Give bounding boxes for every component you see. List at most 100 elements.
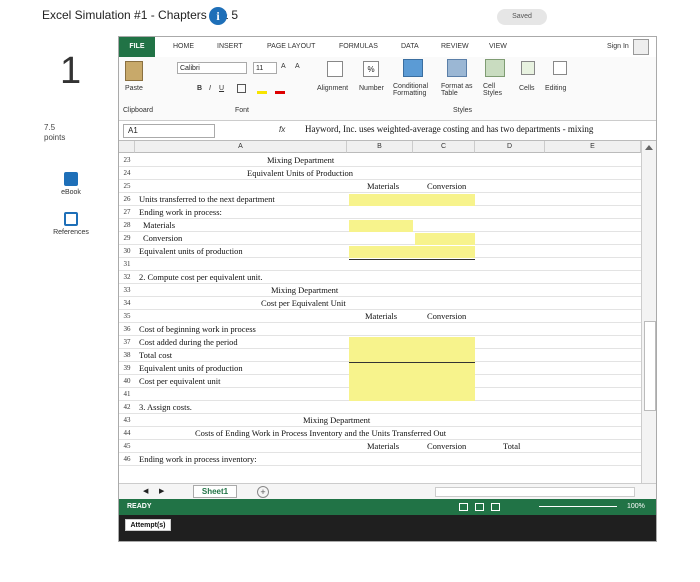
avatar-icon[interactable]	[633, 39, 649, 55]
horizontal-scrollbar[interactable]	[435, 487, 635, 497]
row-number[interactable]: 29	[119, 232, 135, 245]
normal-view-icon[interactable]	[459, 503, 468, 511]
sign-in-link[interactable]: Sign In	[607, 43, 629, 50]
cell-text[interactable]: Mixing Department	[271, 284, 338, 296]
cell-styles-button[interactable]: Cell Styles	[483, 83, 502, 97]
row-number[interactable]: 31	[119, 258, 135, 271]
paste-button[interactable]: Paste	[125, 85, 143, 92]
row-number[interactable]: 46	[119, 453, 135, 466]
conditional-formatting-button[interactable]: Conditional Formatting	[393, 83, 428, 97]
cell-text[interactable]: Mixing Department	[267, 154, 334, 166]
row-number[interactable]: 28	[119, 219, 135, 232]
cell-text[interactable]: Units transferred to the next department	[139, 193, 275, 205]
cells-icon[interactable]	[521, 61, 535, 75]
column-header-d[interactable]: D	[475, 141, 545, 153]
row-number[interactable]: 42	[119, 401, 135, 414]
cell-text[interactable]: Cost per equivalent unit	[139, 375, 220, 387]
number-format-button[interactable]: %	[363, 61, 379, 77]
formula-input[interactable]: Hayword, Inc. uses weighted-average cost…	[305, 124, 593, 134]
worksheet-grid[interactable]: A B C D E 23 Mixing Department 24 Equivalen…	[119, 141, 656, 483]
scroll-up-arrow-icon[interactable]	[645, 145, 653, 150]
column-header-b[interactable]: B	[347, 141, 413, 153]
row-number[interactable]: 30	[119, 245, 135, 258]
row-number[interactable]: 34	[119, 297, 135, 310]
function-icon[interactable]: fx	[279, 125, 285, 134]
ebook-button[interactable]: eBook	[40, 172, 102, 196]
add-sheet-icon[interactable]: +	[257, 486, 269, 498]
row-number[interactable]: 27	[119, 206, 135, 219]
tab-formulas[interactable]: FORMULAS	[339, 43, 378, 50]
cell-text[interactable]: Total	[503, 440, 520, 452]
row-number[interactable]: 44	[119, 427, 135, 440]
italic-button[interactable]: I	[209, 85, 211, 92]
font-color-icon[interactable]	[275, 84, 285, 94]
cell-text[interactable]: Costs of Ending Work in Process Inventor…	[195, 427, 446, 439]
row-number[interactable]: 36	[119, 323, 135, 336]
tab-page-layout[interactable]: PAGE LAYOUT	[267, 43, 315, 50]
input-cell-b30-c30[interactable]	[349, 246, 475, 258]
underline-button[interactable]: U	[219, 85, 224, 92]
editing-button[interactable]: Editing	[545, 85, 566, 92]
row-number[interactable]: 25	[119, 180, 135, 193]
next-sheet-icon[interactable]: ▶	[159, 487, 164, 495]
scroll-thumb[interactable]	[644, 321, 656, 411]
zoom-level[interactable]: 100%	[627, 503, 645, 510]
row-number[interactable]: 24	[119, 167, 135, 180]
tab-view[interactable]: VIEW	[489, 43, 507, 50]
prev-sheet-icon[interactable]: ◀	[143, 487, 148, 495]
tab-file[interactable]: FILE	[119, 37, 155, 57]
info-icon[interactable]: i	[209, 7, 227, 25]
page-layout-view-icon[interactable]	[475, 503, 484, 511]
cell-text[interactable]: Conversion	[427, 310, 466, 322]
alignment-button[interactable]: Alignment	[317, 85, 348, 92]
cell-text[interactable]: Materials	[367, 440, 399, 452]
fill-color-icon[interactable]	[257, 84, 267, 94]
row-number[interactable]: 23	[119, 154, 135, 167]
font-size-select[interactable]: 11	[253, 62, 277, 74]
cell-text[interactable]: Conversion	[427, 440, 466, 452]
cell-text[interactable]: 2. Compute cost per equivalent unit.	[139, 271, 262, 283]
cell-text[interactable]: Materials	[365, 310, 397, 322]
cell-text[interactable]: Mixing Department	[303, 414, 370, 426]
row-number[interactable]: 38	[119, 349, 135, 362]
cell-text[interactable]: Conversion	[427, 180, 466, 192]
editing-icon[interactable]	[553, 61, 567, 75]
row-number[interactable]: 35	[119, 310, 135, 323]
cell-text[interactable]: Equivalent Units of Production	[247, 167, 353, 179]
shrink-font-button[interactable]: A	[295, 63, 300, 70]
input-cells-b36-c37[interactable]	[349, 337, 475, 362]
number-button[interactable]: Number	[359, 85, 384, 92]
row-number[interactable]: 43	[119, 414, 135, 427]
alignment-icon[interactable]	[327, 61, 343, 77]
cell-text[interactable]: Ending work in process:	[139, 206, 222, 218]
cell-text[interactable]: Cost per Equivalent Unit	[261, 297, 346, 309]
bold-button[interactable]: B	[197, 85, 202, 92]
row-number[interactable]: 33	[119, 284, 135, 297]
attempts-button[interactable]: Attempt(s)	[125, 519, 171, 531]
cell-text[interactable]: Ending work in process inventory:	[139, 453, 257, 465]
cell-text[interactable]: Cost added during the period	[139, 336, 238, 348]
paste-icon[interactable]	[125, 61, 143, 81]
sheet-tab-sheet1[interactable]: Sheet1	[193, 485, 237, 498]
input-cell-b26-c26[interactable]	[349, 194, 475, 206]
zoom-slider[interactable]	[539, 506, 617, 507]
input-cell-b28[interactable]	[349, 220, 413, 232]
cell-text[interactable]: Conversion	[143, 232, 182, 244]
page-break-view-icon[interactable]	[491, 503, 500, 511]
format-as-table-icon[interactable]	[447, 59, 467, 77]
name-box[interactable]: A1	[123, 124, 215, 138]
column-header-e[interactable]: E	[545, 141, 641, 153]
cell-text[interactable]: Total cost	[139, 349, 172, 361]
tab-data[interactable]: DATA	[401, 43, 419, 50]
input-cell-c29[interactable]	[415, 233, 475, 245]
row-number[interactable]: 39	[119, 362, 135, 375]
row-number[interactable]: 32	[119, 271, 135, 284]
cell-text[interactable]: Cost of beginning work in process	[139, 323, 256, 335]
row-number[interactable]: 45	[119, 440, 135, 453]
row-number[interactable]: 41	[119, 388, 135, 401]
references-button[interactable]: References	[40, 212, 102, 236]
format-as-table-button[interactable]: Format as Table	[441, 83, 473, 97]
cell-text[interactable]: Materials	[367, 180, 399, 192]
tab-insert[interactable]: INSERT	[217, 43, 243, 50]
cell-text[interactable]: Materials	[143, 219, 175, 231]
